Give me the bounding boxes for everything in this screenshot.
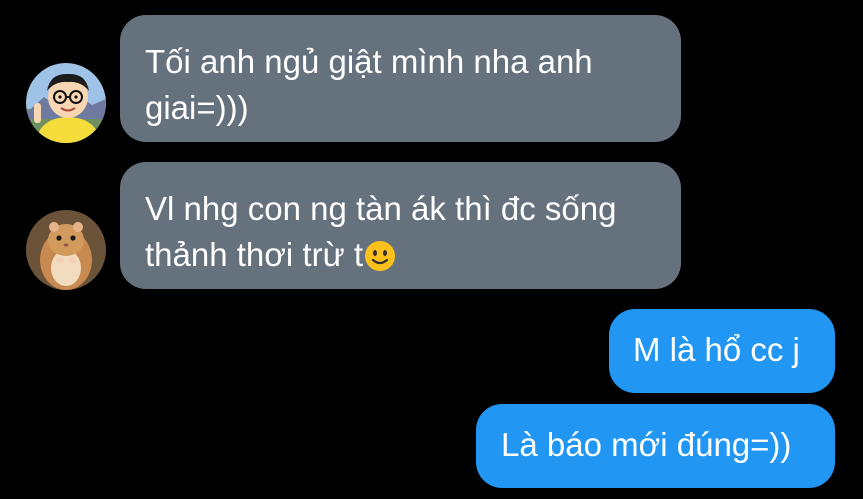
nobita-avatar-image (26, 63, 106, 143)
message-text-line: Tối anh ngủ giật mình nha anh (145, 43, 593, 80)
message-bubble[interactable]: M là hổ cc j (609, 309, 835, 393)
slightly-smiling-face-icon (364, 238, 396, 271)
message-bubble[interactable]: Là báo mới đúng=)) (476, 404, 835, 488)
message-text-line: Vl nhg con ng tàn ák thì đc sống (145, 190, 617, 227)
message-text-line: giai=))) (145, 89, 249, 126)
avatar[interactable] (26, 210, 106, 290)
message-bubble[interactable]: Vl nhg con ng tàn ák thì đc sống thảnh t… (120, 162, 681, 289)
hamster-avatar-image (26, 210, 106, 290)
message-text-line: thảnh thơi trừ t (145, 232, 681, 278)
avatar[interactable] (26, 63, 106, 143)
message-text-fragment: thảnh thơi trừ t (145, 236, 363, 273)
message-text: Là báo mới đúng=)) (501, 426, 792, 463)
message-text: M là hổ cc j (633, 331, 800, 368)
message-bubble[interactable]: Tối anh ngủ giật mình nha anh giai=))) (120, 15, 681, 142)
